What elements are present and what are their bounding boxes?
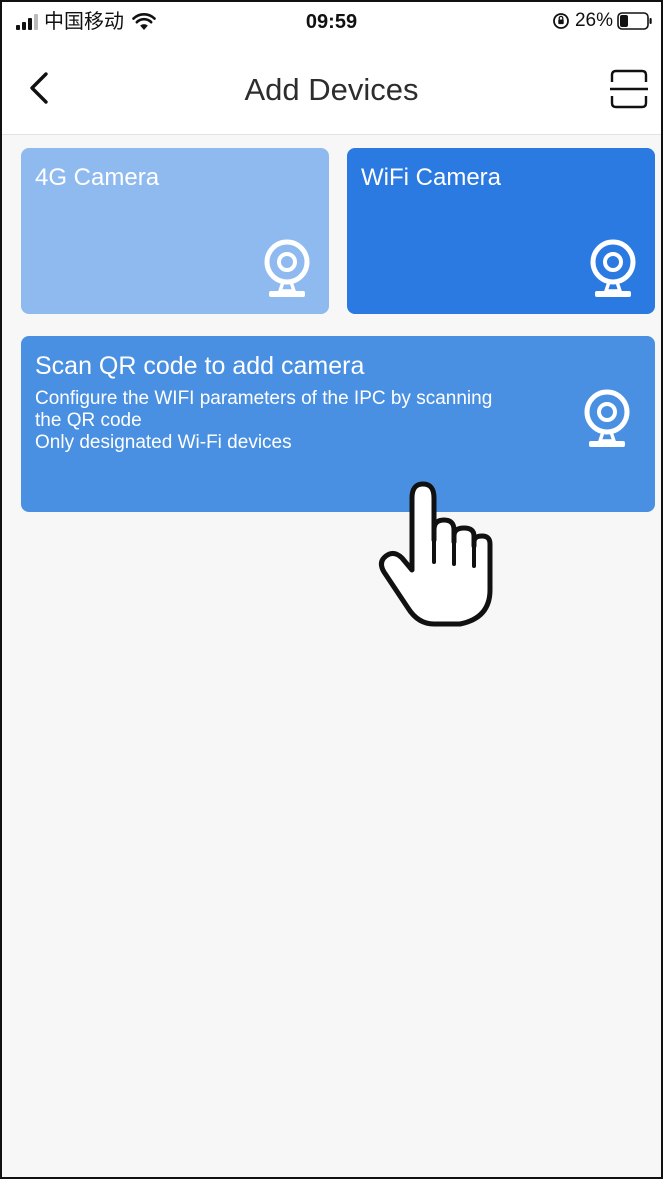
scan-qr-description: Configure the WIFI parameters of the IPC…	[35, 388, 575, 454]
scan-qr-title: Scan QR code to add camera	[35, 352, 365, 380]
wifi-camera-title: WiFi Camera	[361, 164, 502, 191]
scan-qr-desc-line: Only designated Wi-Fi devices	[35, 432, 292, 453]
wifi-camera-card[interactable]: WiFi Camera	[347, 148, 655, 314]
scan-qr-desc-line: Configure the WIFI parameters of the IPC…	[35, 388, 493, 409]
4g-camera-card[interactable]: 4G Camera	[21, 148, 329, 314]
phone-screen: 中国移动 09:59 26% Add Devices 4G Camera WiF…	[0, 0, 663, 1179]
4g-camera-title: 4G Camera	[35, 164, 160, 191]
status-right: 26%	[552, 10, 653, 32]
webcam-icon	[584, 389, 630, 447]
nav-bar: Add Devices	[2, 42, 661, 135]
webcam-icon	[264, 239, 310, 297]
scan-qr-card[interactable]: Scan QR code to add camera Configure the…	[21, 336, 655, 512]
orientation-lock-icon	[553, 13, 569, 29]
webcam-icon	[590, 239, 636, 297]
battery-percent: 26%	[574, 10, 613, 31]
status-bar: 中国移动 09:59 26%	[2, 2, 661, 42]
page-title: Add Devices	[244, 72, 419, 107]
hand-pointer-icon	[378, 481, 493, 627]
scan-qr-desc-line: the QR code	[35, 410, 142, 431]
battery-icon	[617, 12, 652, 30]
scan-frame-icon[interactable]	[609, 68, 649, 110]
